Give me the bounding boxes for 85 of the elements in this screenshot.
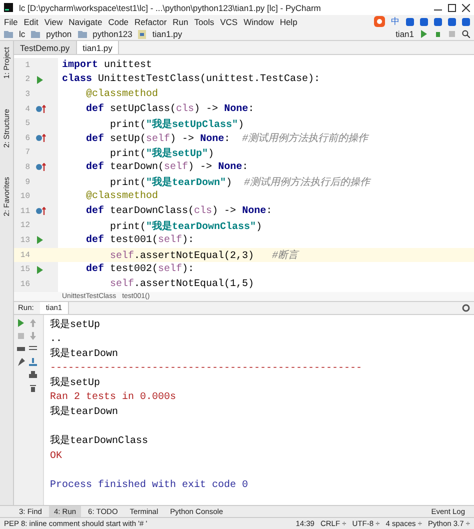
menu-item[interactable]: Window	[244, 16, 274, 26]
editor-tab[interactable]: TestDemo.py	[14, 41, 77, 54]
code-line: 5 print("我是setUpClass")	[14, 116, 474, 131]
override-icon[interactable]	[36, 163, 46, 172]
override-icon[interactable]	[36, 134, 46, 142]
line-number: 16	[19, 280, 30, 289]
settings-icon[interactable]	[462, 304, 470, 312]
folder-icon	[31, 30, 40, 38]
line-number: 1	[24, 60, 30, 70]
console-line: Ran 2 tests in 0.000s	[50, 391, 178, 406]
line-number: 9	[24, 178, 30, 187]
menu-item[interactable]: Tools	[194, 16, 214, 26]
menu-item[interactable]: Edit	[24, 16, 38, 26]
line-number: 6	[24, 134, 30, 143]
code-line: 4 def setUpClass(cls) -> None:	[14, 102, 474, 116]
menu-item[interactable]: File	[4, 16, 18, 26]
python-file-icon	[138, 30, 146, 38]
line-number: 5	[24, 119, 30, 128]
line-number: 4	[24, 104, 30, 114]
line-number: 12	[19, 221, 30, 230]
console-line: ----------------------------------------------------	[50, 362, 362, 376]
layout-icon[interactable]	[17, 344, 25, 352]
line-number: 11	[19, 206, 30, 216]
line-number: 14	[19, 250, 30, 260]
editor-tab[interactable]: tian1.py	[76, 41, 120, 54]
console-line: 我是tearDown	[50, 406, 120, 420]
console-line: 我是tearDownClass	[50, 435, 150, 450]
path-segment[interactable]: tian1.py	[152, 29, 182, 39]
override-icon[interactable]	[36, 105, 46, 114]
window-title: lc [D:\pycharm\workspace\test1\lc] - ...\python\python123\tian1.py [lc] - PyCharm	[19, 2, 321, 12]
code-line: 10 @classmethod	[14, 189, 474, 204]
ime-mode[interactable]: 中	[391, 16, 400, 28]
code-line: 6 def setUp(self) -> None: #测试用例方法执行前的操作	[14, 130, 474, 146]
code-line: 1 import unittest	[14, 58, 474, 73]
menu-item[interactable]: Code	[108, 16, 129, 26]
code-line: 3 @classmethod	[14, 87, 474, 102]
menu-item[interactable]: View	[44, 16, 63, 26]
line-number: 15	[19, 265, 30, 274]
code-line: 7 print("我是setUp")	[14, 146, 474, 160]
app-icon	[4, 3, 13, 12]
maximize-icon[interactable]	[448, 4, 456, 12]
search-icon[interactable]	[462, 30, 470, 38]
code-line: 11 def tearDownClass(cls) -> None:	[14, 204, 474, 219]
print-icon[interactable]	[29, 370, 37, 378]
code-line: 13 def test001(self):	[14, 233, 474, 248]
console-line: ..	[50, 333, 64, 348]
path-segment[interactable]: lc	[19, 29, 26, 39]
path-segment[interactable]: python	[46, 29, 72, 39]
console-line: 我是setUp	[50, 376, 102, 391]
menu-item[interactable]: VCS	[220, 16, 238, 26]
line-number: 8	[24, 162, 30, 172]
line-number: 13	[19, 236, 30, 245]
code-line: 2 class UnittestTestClass(unittest.TestCase):	[14, 72, 474, 88]
console-line: 我是tearDown	[50, 348, 120, 362]
line-number: 10	[19, 192, 30, 202]
close-icon[interactable]	[462, 4, 470, 12]
run-test-icon[interactable]	[36, 266, 44, 274]
code-line: 9 print("我是tearDown") #测试用例方法执行后的操作	[14, 174, 474, 190]
folder-icon	[4, 30, 13, 38]
path-segment[interactable]: python123	[92, 29, 132, 39]
code-line: 15 def test002(self):	[14, 262, 474, 277]
menu-item[interactable]: Run	[172, 16, 188, 26]
line-number: 3	[24, 90, 30, 99]
menu-item[interactable]: Navigate	[68, 16, 102, 26]
run-test-icon[interactable]	[36, 76, 44, 84]
code-line: 16 self.assertNotEqual(1,5)	[14, 276, 474, 292]
line-number: 7	[24, 148, 30, 158]
menu-item[interactable]: Help	[280, 16, 298, 26]
console-line: 我是setUp	[50, 318, 102, 332]
run-config-dropdown[interactable]: tian1	[396, 29, 414, 39]
folder-icon	[78, 30, 87, 38]
console-line: OK	[50, 450, 64, 464]
code-line: 12 print("我是tearDownClass")	[14, 218, 474, 234]
rerun-icon[interactable]	[17, 318, 25, 326]
override-icon[interactable]	[36, 207, 46, 216]
trash-icon[interactable]	[29, 384, 37, 392]
ime-logo-icon[interactable]	[374, 16, 385, 27]
console-line: Process finished with exit code 0	[50, 479, 250, 494]
line-number: 2	[24, 75, 30, 84]
code-line: 8 def tearDown(self) -> None:	[14, 160, 474, 175]
run-icon[interactable]	[420, 30, 428, 38]
run-test-icon[interactable]	[36, 236, 44, 244]
menu-item[interactable]: Refactor	[134, 16, 167, 26]
wrap-icon[interactable]	[29, 344, 37, 352]
scroll-end-icon[interactable]	[29, 358, 37, 366]
